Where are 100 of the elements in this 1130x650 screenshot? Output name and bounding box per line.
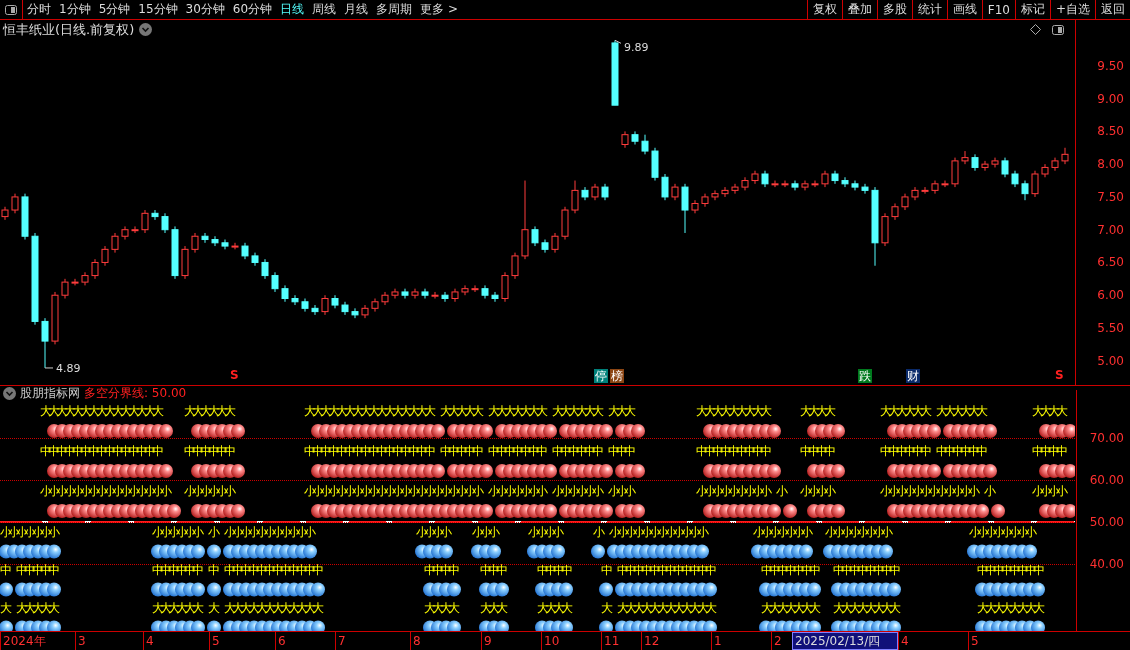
period-tab[interactable]: 日线 bbox=[276, 0, 309, 19]
candlestick bbox=[441, 291, 449, 303]
date-label: 6 bbox=[275, 632, 335, 650]
diamond-icon[interactable] bbox=[1030, 24, 1041, 35]
axis-label: 50.00 bbox=[1089, 515, 1124, 529]
price-label: 4.89 bbox=[56, 361, 81, 375]
period-tab[interactable]: 分时 bbox=[23, 0, 55, 19]
signal-text: 小小小小小小小 小小小小小小 小 小小小小小小小小小小小 小小小小 小小小 小小小小 小 小小小小小小小小小小小小 小小小小小小小 小小小小小小小小 小小小小小小小小 bbox=[0, 525, 1033, 539]
chevron-down-icon[interactable] bbox=[139, 23, 153, 36]
candlestick bbox=[451, 288, 459, 303]
candlestick bbox=[591, 183, 599, 201]
period-tab[interactable]: 60分钟 bbox=[228, 0, 277, 19]
candlestick bbox=[651, 147, 659, 182]
candlestick bbox=[21, 193, 29, 240]
date-label: 2024年 bbox=[0, 632, 75, 650]
candlestick bbox=[371, 298, 379, 313]
candlestick bbox=[881, 212, 889, 247]
candlestick bbox=[411, 288, 419, 299]
chart-title: 恒丰纸业(日线.前复权) bbox=[3, 20, 135, 39]
toolbar-button[interactable]: 多股 bbox=[876, 0, 912, 19]
candlestick bbox=[461, 284, 469, 296]
candlestick bbox=[551, 232, 559, 254]
event-tag[interactable]: 财 bbox=[906, 369, 920, 383]
axis-label: 6.00 bbox=[1097, 288, 1124, 303]
candlestick bbox=[821, 170, 829, 188]
candlestick bbox=[811, 180, 819, 188]
toolbar-button[interactable]: 画线 bbox=[946, 0, 982, 19]
chevron-down-icon[interactable] bbox=[3, 387, 16, 400]
axis-label: 60.00 bbox=[1089, 473, 1124, 487]
period-tab[interactable]: 15分钟 bbox=[134, 0, 182, 19]
signal-text: 中 中中中中中 中中中中中中 中 中中中中中中中中中中中中 中中中中 中中中 中中中中 中 中中中中中中中中中中中中 中中中中中中中 中中中中中中中中 中中中中中中中中 bbox=[0, 563, 1041, 577]
axis-label: 9.00 bbox=[1097, 91, 1124, 106]
period-tab[interactable]: 5分钟 bbox=[94, 0, 135, 19]
candlestick bbox=[561, 206, 569, 240]
axis-label: 70.00 bbox=[1089, 431, 1124, 445]
candlestick bbox=[291, 294, 299, 306]
date-label: 4 bbox=[898, 632, 968, 650]
toolbar-button[interactable]: 叠加 bbox=[841, 0, 877, 19]
candlestick bbox=[841, 176, 849, 188]
sell-signal-marker: S bbox=[230, 368, 239, 382]
candlestick bbox=[951, 157, 959, 188]
signal-text: 小小小小小小小小小小小小小小小小 小小小小小小 小小小小小小小小小小小小小小小小小小小小小小 小小小小小小小 小小小小小小 小小小 小小小小小小小小小 小 小小小小 小小小小小小小小小小小小 小 小小小小 bbox=[38, 484, 1065, 498]
candlestick bbox=[221, 239, 229, 250]
event-tag[interactable]: 停 bbox=[594, 369, 608, 383]
candlestick bbox=[261, 258, 269, 280]
candlestick bbox=[431, 291, 439, 299]
date-label: 3 bbox=[75, 632, 143, 650]
period-tab[interactable]: 周线 bbox=[308, 0, 341, 19]
toolbar-button[interactable]: 返回 bbox=[1095, 0, 1130, 19]
candlestick bbox=[351, 307, 359, 319]
period-tab[interactable]: 1分钟 bbox=[55, 0, 95, 19]
toolbar-button[interactable]: +自选 bbox=[1049, 0, 1095, 19]
date-label: 7 bbox=[335, 632, 410, 650]
candlestick bbox=[631, 130, 639, 145]
candlestick bbox=[201, 232, 209, 244]
date-label: 2025/02/13/四 bbox=[792, 632, 898, 650]
candlestick bbox=[1051, 157, 1059, 172]
toolbar-button[interactable]: 统计 bbox=[911, 0, 947, 19]
candlestick bbox=[941, 180, 949, 188]
candlestick bbox=[401, 288, 409, 299]
signal-text: 中中中中中中中中中中中中中中中 中中中中中中 中中中中中中中中中中中中中中中中 中中中中中 中中中中中中中 中中中中中中 中中中 中中中中中中中中中 中中中中 中中中中中中 中中中中中中 中中中中 bbox=[38, 444, 1065, 458]
candlestick bbox=[921, 186, 929, 195]
candlestick bbox=[511, 252, 519, 280]
candlestick bbox=[781, 180, 789, 188]
candlestick bbox=[71, 278, 79, 286]
candlestick bbox=[341, 301, 349, 316]
candlestick bbox=[981, 160, 989, 172]
candlestick bbox=[181, 245, 189, 280]
signal-text: 大 大大大大大 大大大大大大 大 大大大大大大大大大大大大 大大大大 大大大 大大大大 大 大大大大大大大大大大大大 大大大大大大大 大大大大大大大大 大大大大大大大大 bbox=[0, 601, 1041, 615]
candlestick bbox=[771, 180, 779, 188]
axis-label: 5.50 bbox=[1097, 321, 1124, 335]
candlestick bbox=[1011, 170, 1019, 188]
candlestick bbox=[621, 130, 629, 149]
date-label: 11 bbox=[601, 632, 641, 650]
candlestick bbox=[1041, 163, 1049, 178]
axis-label: 7.00 bbox=[1097, 222, 1124, 237]
period-tab[interactable]: 30分钟 bbox=[181, 0, 229, 19]
candlestick bbox=[81, 271, 89, 286]
candlestick bbox=[231, 242, 239, 250]
event-tag[interactable]: 榜 bbox=[610, 369, 624, 383]
date-label: 1 bbox=[711, 632, 771, 650]
candlestick bbox=[671, 183, 679, 201]
candlestick bbox=[731, 183, 739, 195]
date-label: 10 bbox=[541, 632, 601, 650]
toolbar-button[interactable]: 复权 bbox=[806, 0, 842, 19]
candlestick bbox=[361, 304, 369, 319]
candlestick bbox=[311, 304, 319, 316]
period-tab[interactable]: 更多 > bbox=[416, 0, 462, 19]
event-tag[interactable]: 跌 bbox=[858, 369, 872, 383]
candlestick bbox=[171, 225, 179, 280]
period-tab[interactable]: 月线 bbox=[340, 0, 373, 19]
candlestick bbox=[741, 176, 749, 191]
candlestick bbox=[131, 225, 139, 234]
panel-toggle-icon[interactable] bbox=[1052, 24, 1064, 35]
toolbar-button[interactable]: F10 bbox=[981, 0, 1015, 19]
period-tab[interactable]: 多周期 bbox=[372, 0, 417, 19]
candlestick bbox=[241, 242, 249, 260]
candlestick bbox=[41, 317, 49, 369]
candlestick bbox=[1021, 180, 1029, 201]
toolbar-button[interactable]: 标记 bbox=[1014, 0, 1050, 19]
